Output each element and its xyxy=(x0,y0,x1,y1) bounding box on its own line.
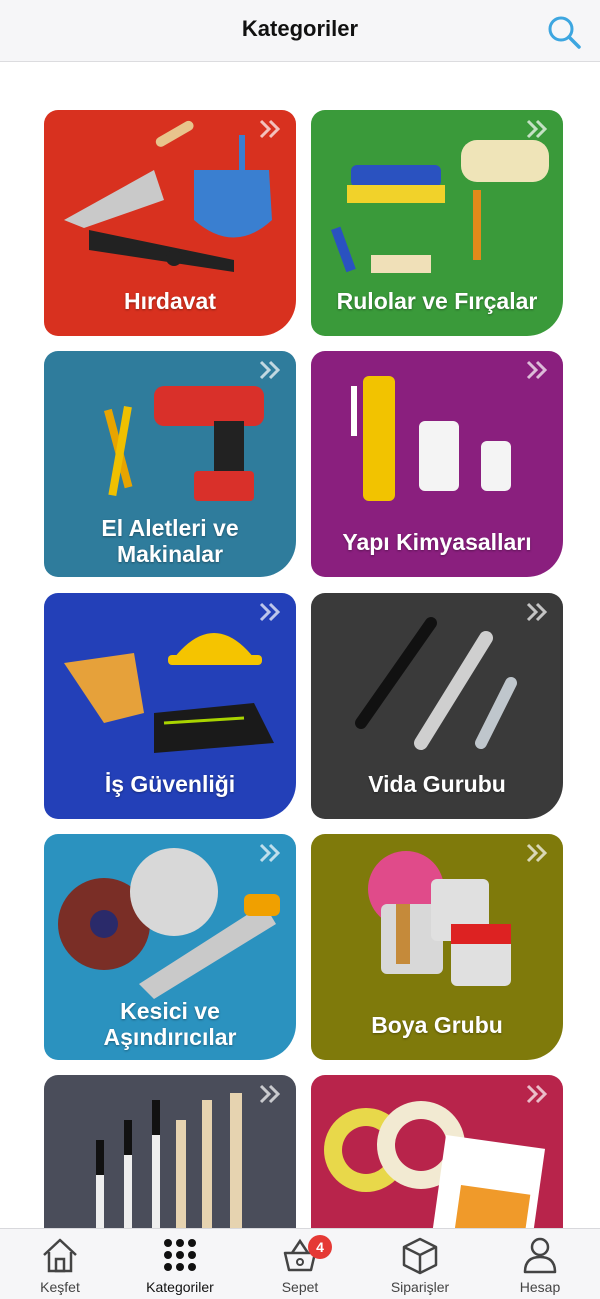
home-icon xyxy=(43,1238,77,1273)
category-card-vida-gurubu[interactable]: Vida Gurubu xyxy=(311,593,563,819)
search-button[interactable] xyxy=(546,14,582,50)
chevron-right-icon xyxy=(259,602,281,622)
tab-kategoriler[interactable]: Kategoriler xyxy=(120,1229,240,1299)
category-card-kesici[interactable]: Kesici ve Aşındırıcılar xyxy=(44,834,296,1060)
user-icon xyxy=(523,1237,557,1274)
category-label: Boya Grubu xyxy=(371,1012,503,1038)
category-label: El Aletleri ve Makinalar xyxy=(101,515,239,567)
tab-label: Kategoriler xyxy=(146,1279,214,1295)
box-icon xyxy=(402,1237,438,1275)
chevron-right-icon xyxy=(526,602,548,622)
tab-sepet[interactable]: 4 Sepet xyxy=(240,1229,360,1299)
chevron-right-icon xyxy=(526,360,548,380)
category-label: Hırdavat xyxy=(123,288,217,314)
tab-siparisler[interactable]: Siparişler xyxy=(360,1229,480,1299)
category-card-hirdavat[interactable]: Hırdavat xyxy=(44,110,296,336)
category-card-is-guvenligi[interactable]: İş Güvenliği xyxy=(44,593,296,819)
category-label: İş Güvenliği xyxy=(104,771,236,797)
page-title: Kategoriler xyxy=(241,16,359,41)
tab-label: Sepet xyxy=(281,1279,319,1295)
category-label: Rulolar ve Fırçalar xyxy=(336,288,538,314)
bottom-tab-bar: Keşfet Kategoriler 4 Sepet Siparişler He… xyxy=(0,1228,600,1299)
chevron-right-icon xyxy=(526,843,548,863)
category-card-rulolar[interactable]: Rulolar ve Fırçalar xyxy=(311,110,563,336)
category-label: Kesici ve Aşındırıcılar xyxy=(103,998,237,1050)
search-icon xyxy=(548,16,581,49)
category-card-sopalar[interactable] xyxy=(44,1075,296,1228)
tab-label: Siparişler xyxy=(390,1279,450,1295)
category-card-bantlar[interactable] xyxy=(311,1075,563,1228)
category-label: Yapı Kimyasalları xyxy=(342,529,532,555)
category-card-el-aletleri[interactable]: El Aletleri ve Makinalar xyxy=(44,351,296,577)
category-card-boya-grubu[interactable]: Boya Grubu xyxy=(311,834,563,1060)
tab-kesfet[interactable]: Keşfet xyxy=(0,1229,120,1299)
chevron-right-icon xyxy=(259,1084,281,1104)
top-bar: Kategoriler xyxy=(0,0,600,62)
tab-label: Hesap xyxy=(519,1279,561,1295)
category-label: Vida Gurubu xyxy=(368,771,506,797)
chevron-right-icon xyxy=(526,119,548,139)
category-card-yapi-kimyasallari[interactable]: Yapı Kimyasalları xyxy=(311,351,563,577)
chevron-right-icon xyxy=(259,360,281,380)
cart-count-badge: 4 xyxy=(308,1235,332,1259)
chevron-right-icon xyxy=(259,843,281,863)
tab-hesap[interactable]: Hesap xyxy=(480,1229,600,1299)
chevron-right-icon xyxy=(259,119,281,139)
chevron-right-icon xyxy=(526,1084,548,1104)
tab-label: Keşfet xyxy=(40,1279,80,1295)
grid-dots-icon xyxy=(164,1239,196,1271)
category-grid: Hırdavat Rulolar ve Fırçalar El Aletleri… xyxy=(0,62,600,1228)
